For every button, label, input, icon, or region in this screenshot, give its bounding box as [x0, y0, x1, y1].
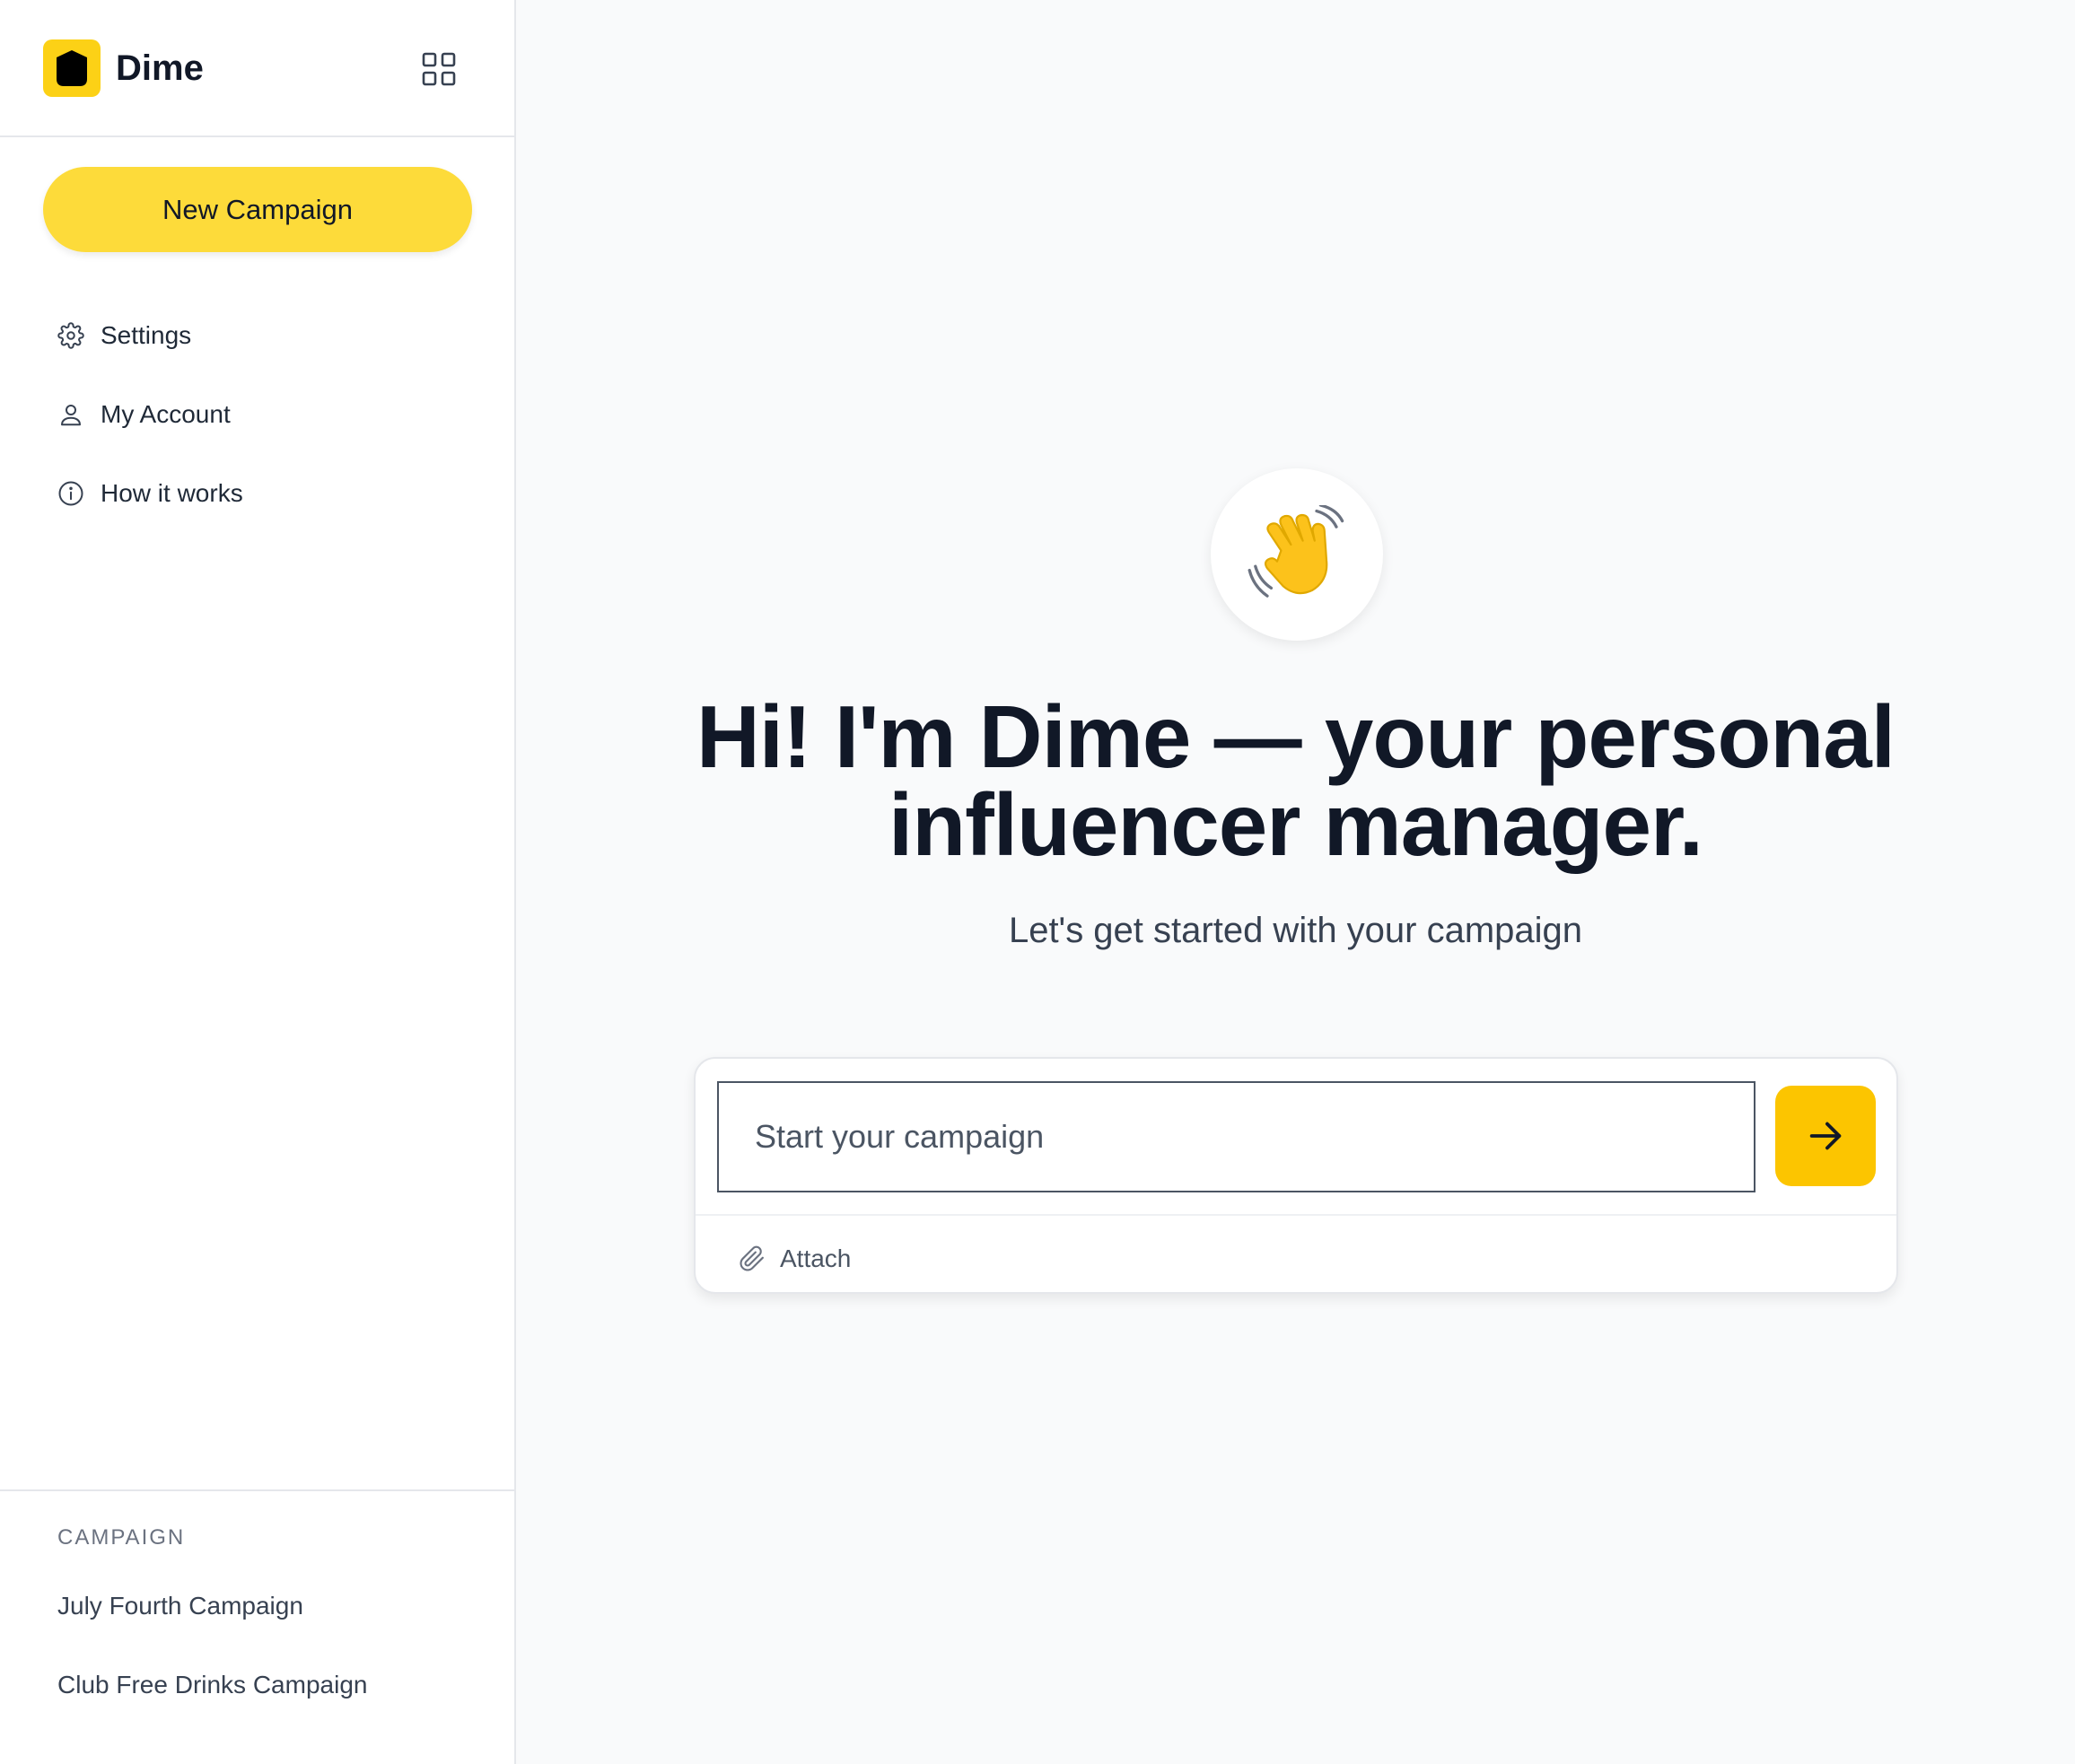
paperclip-icon [740, 1245, 764, 1271]
attach-button[interactable]: Attach [739, 1236, 851, 1281]
sidebar-header: Dime [0, 0, 514, 137]
waving-hand-icon [1248, 505, 1344, 598]
headline-line-1: Hi! I'm Dime — your personal [696, 687, 1896, 786]
nav-item-label: How it works [101, 479, 243, 507]
wave-emoji-badge [1211, 468, 1383, 641]
attach-label: Attach [780, 1244, 852, 1272]
composer-divider [696, 1214, 1896, 1216]
gear-icon [43, 309, 101, 362]
arrow-right-icon [1809, 1122, 1842, 1150]
main-content: Hi! I'm Dime — your personal influencer … [516, 0, 2075, 1764]
nav-item-how-it-works[interactable]: How it works [43, 467, 474, 520]
campaign-composer: Attach [694, 1057, 1898, 1294]
app-name: Dime [116, 48, 204, 88]
new-campaign-button[interactable]: New Campaign [43, 167, 472, 252]
user-icon [43, 388, 101, 441]
campaign-input[interactable] [717, 1081, 1755, 1192]
campaign-item[interactable]: Club Free Drinks Campaign [57, 1671, 367, 1699]
page-subheading: Let's get started with your campaign [1008, 911, 1583, 950]
nav-item-settings[interactable]: Settings [43, 309, 474, 362]
dime-logo[interactable] [43, 39, 101, 97]
sidebar: Dime New Campaign Settings My Account Ho… [0, 0, 516, 1764]
app-root: Dime New Campaign Settings My Account Ho… [0, 0, 2075, 1764]
campaign-item[interactable]: July Fourth Campaign [57, 1592, 303, 1620]
nav-item-label: Settings [101, 321, 192, 349]
send-button[interactable] [1775, 1086, 1876, 1186]
info-icon [43, 467, 101, 520]
campaign-section-title: CAMPAIGN [57, 1525, 186, 1550]
campaign-section: CAMPAIGN July Fourth Campaign Club Free … [0, 1489, 514, 1764]
nav-item-label: My Account [101, 400, 231, 428]
apps-grid-icon[interactable] [418, 48, 460, 90]
dime-logo-icon [57, 50, 87, 86]
headline-line-2: influencer manager. [889, 775, 1703, 874]
nav-item-my-account[interactable]: My Account [43, 388, 474, 441]
page-headline: Hi! I'm Dime — your personal influencer … [516, 693, 2075, 869]
